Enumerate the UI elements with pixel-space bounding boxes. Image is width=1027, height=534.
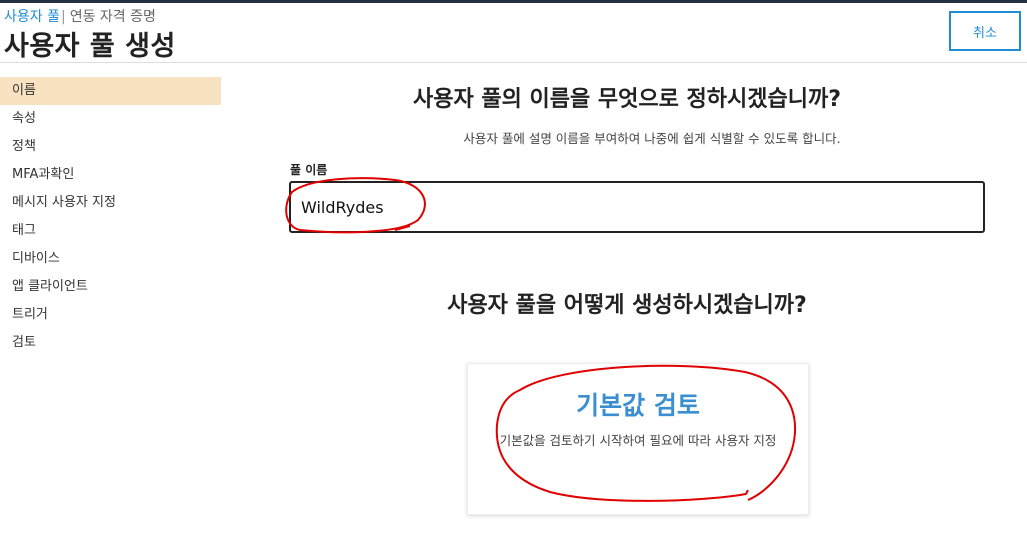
breadcrumb-separator: |	[60, 9, 66, 25]
pool-name-heading: 사용자 풀의 이름을 무엇으로 정하시겠습니까?	[413, 87, 841, 112]
creation-method-heading: 사용자 풀을 어떻게 생성하시겠습니까?	[447, 293, 807, 318]
sidebar-item-name[interactable]: 이름	[0, 77, 221, 105]
page-header: 사용자 풀| 연동 자격 증명 사용자 풀 생성 취소	[0, 3, 1027, 62]
breadcrumb-user-pools-link[interactable]: 사용자 풀	[4, 9, 60, 25]
pool-name-description: 사용자 풀에 설명 이름을 부여하여 나중에 쉽게 식별할 수 있도록 합니다.	[463, 131, 841, 146]
sidebar-item-tags[interactable]: 태그	[0, 217, 221, 245]
sidebar-item-devices[interactable]: 디바이스	[0, 245, 221, 273]
sidebar-item-mfa-verification[interactable]: MFA과확인	[0, 161, 221, 189]
pool-name-label: 풀 이름	[290, 163, 328, 177]
sidebar-nav: 이름 속성 정책 MFA과확인 메시지 사용자 지정 태그 디바이스 앱 클라이…	[0, 77, 221, 357]
pool-name-input[interactable]	[289, 181, 985, 233]
page-title: 사용자 풀 생성	[4, 31, 176, 62]
sidebar-item-review[interactable]: 검토	[0, 329, 221, 357]
review-defaults-title[interactable]: 기본값 검토	[468, 386, 808, 422]
sidebar-item-attributes[interactable]: 속성	[0, 105, 221, 133]
cancel-button[interactable]: 취소	[949, 11, 1021, 51]
sidebar-item-app-clients[interactable]: 앱 클라이언트	[0, 273, 221, 301]
breadcrumb: 사용자 풀| 연동 자격 증명	[4, 6, 156, 26]
main-content: 사용자 풀의 이름을 무엇으로 정하시겠습니까? 사용자 풀에 설명 이름을 부…	[222, 62, 1027, 534]
sidebar-item-policies[interactable]: 정책	[0, 133, 221, 161]
sidebar-item-triggers[interactable]: 트리거	[0, 301, 221, 329]
review-defaults-description: 기본값을 검토하기 시작하여 필요에 따라 사용자 지정	[499, 433, 777, 448]
sidebar-item-message-customizations[interactable]: 메시지 사용자 지정	[0, 189, 221, 217]
breadcrumb-federated-identities-link[interactable]: 연동 자격 증명	[70, 9, 156, 25]
review-defaults-card[interactable]: 기본값 검토 기본값을 검토하기 시작하여 필요에 따라 사용자 지정	[467, 363, 809, 515]
